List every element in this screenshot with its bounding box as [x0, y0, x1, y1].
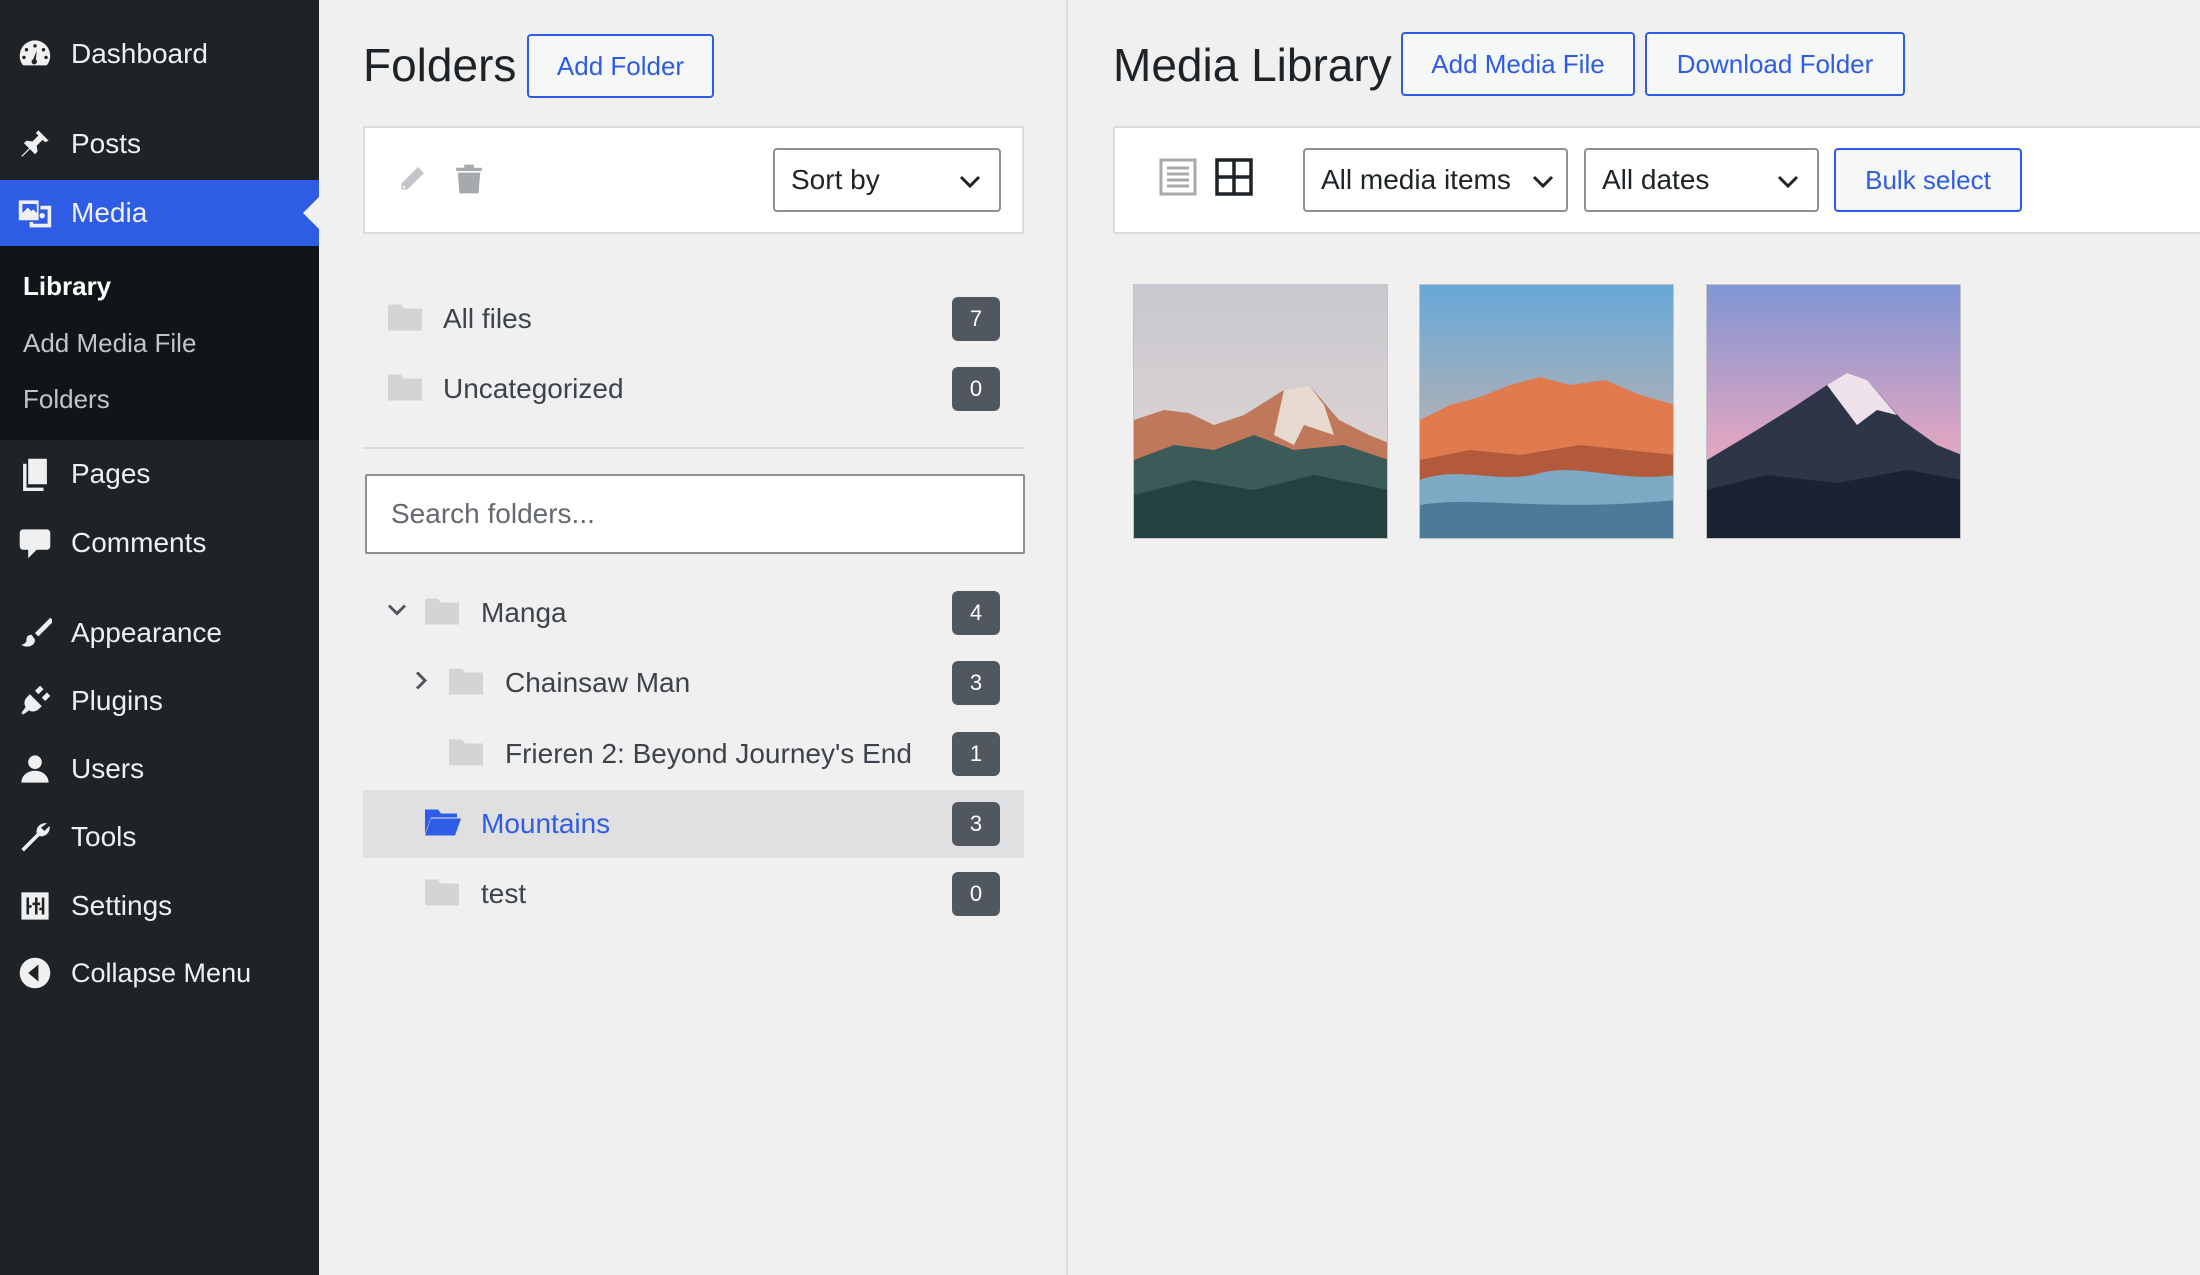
media-icon [17, 195, 53, 231]
folder-icon [449, 738, 483, 771]
folder-item-chainsaw-man[interactable]: Chainsaw Man [363, 649, 1024, 717]
sidebar-item-label: Media [71, 197, 148, 228]
settings-icon [17, 888, 53, 924]
folder-icon [388, 303, 422, 336]
add-folder-button[interactable]: Add Folder [527, 34, 714, 98]
folder-item-uncategorized[interactable]: Uncategorized [363, 355, 1024, 423]
brush-icon [17, 615, 53, 651]
chevron-down-icon [1532, 164, 1554, 196]
folder-label: Manga [481, 597, 567, 628]
sidebar-item-comments[interactable]: Comments [0, 511, 319, 575]
sidebar-item-appearance[interactable]: Appearance [0, 601, 319, 665]
count-badge: 3 [952, 661, 1000, 705]
search-folders-input[interactable] [365, 474, 1025, 554]
count-badge: 3 [952, 802, 1000, 846]
folder-label: test [481, 878, 527, 909]
sidebar-item-label: Posts [71, 128, 142, 159]
count-badge: 0 [952, 367, 1000, 411]
sidebar-item-media[interactable]: Media [0, 180, 319, 246]
folder-item-test[interactable]: test [363, 860, 1024, 928]
folder-label: Uncategorized [443, 373, 624, 404]
count-badge: 4 [952, 591, 1000, 635]
folders-title: Folders [363, 39, 517, 91]
count-badge: 7 [952, 297, 1000, 341]
sidebar-item-label: Tools [71, 821, 137, 852]
sidebar-item-pages[interactable]: Pages [0, 442, 319, 506]
folder-label: Frieren 2: Beyond Journey's End [505, 738, 912, 769]
folder-label: Mountains [481, 808, 611, 839]
chevron-right-icon[interactable] [415, 671, 429, 696]
folder-item-mountains[interactable]: Mountains [363, 790, 1024, 858]
list-view-icon[interactable] [1159, 158, 1197, 201]
date-filter-label: All dates [1602, 164, 1710, 195]
sidebar-item-tools[interactable]: Tools [0, 805, 319, 869]
chevron-down-icon[interactable] [387, 604, 407, 623]
wrench-icon [17, 819, 53, 855]
chevron-down-icon [1777, 164, 1799, 196]
count-badge: 1 [952, 732, 1000, 776]
admin-sidebar: Dashboard Posts Media Library Add Media … [0, 0, 319, 1275]
sidebar-item-label: Users [71, 753, 145, 784]
media-thumbnail[interactable] [1419, 284, 1674, 539]
submenu-item-folders[interactable]: Folders [23, 384, 110, 415]
folder-item-frieren[interactable]: Frieren 2: Beyond Journey's End [363, 720, 1024, 788]
count-badge: 0 [952, 872, 1000, 916]
sort-by-label: Sort by [791, 164, 880, 195]
pencil-icon[interactable] [397, 164, 427, 199]
submenu-item-add-media-file[interactable]: Add Media File [23, 328, 196, 359]
chevron-down-icon [959, 164, 981, 196]
folder-label: Chainsaw Man [505, 667, 691, 698]
sidebar-item-label: Collapse Menu [71, 957, 252, 988]
sidebar-item-users[interactable]: Users [0, 737, 319, 801]
media-type-label: All media items [1321, 164, 1511, 195]
folder-label: All files [443, 303, 532, 334]
folder-icon [425, 878, 459, 911]
submenu-item-library[interactable]: Library [23, 271, 111, 302]
media-submenu: Library Add Media File Folders [0, 246, 319, 440]
media-thumbnail[interactable] [1133, 284, 1388, 539]
sidebar-item-label: Dashboard [71, 38, 208, 69]
user-icon [17, 751, 53, 787]
sidebar-item-label: Appearance [71, 617, 223, 648]
add-media-file-button[interactable]: Add Media File [1401, 32, 1635, 96]
grid-view-icon[interactable] [1215, 158, 1253, 201]
sidebar-item-label: Comments [71, 527, 207, 558]
folder-icon [449, 667, 483, 700]
collapse-icon [17, 955, 53, 991]
bulk-select-button[interactable]: Bulk select [1834, 148, 2022, 212]
dashboard-icon [17, 36, 53, 72]
folder-icon [388, 373, 422, 406]
media-library-title: Media Library [1113, 39, 1392, 91]
sidebar-item-label: Pages [71, 458, 151, 489]
sidebar-item-plugins[interactable]: Plugins [0, 669, 319, 733]
date-filter[interactable]: All dates [1584, 148, 1819, 212]
folder-item-manga[interactable]: Manga [363, 579, 1024, 647]
sidebar-item-label: Settings [71, 890, 173, 921]
pages-icon [17, 456, 53, 492]
media-thumbnail[interactable] [1706, 284, 1961, 539]
divider [363, 447, 1024, 449]
collapse-menu-button[interactable]: Collapse Menu [0, 941, 319, 1005]
pin-icon [17, 126, 53, 162]
plugin-icon [17, 683, 53, 719]
folder-icon [425, 597, 459, 630]
comment-icon [17, 525, 53, 561]
sidebar-item-label: Plugins [71, 685, 163, 716]
folder-item-all-files[interactable]: All files [363, 285, 1024, 353]
media-type-filter[interactable]: All media items [1303, 148, 1568, 212]
folder-open-icon [425, 808, 461, 841]
sort-by-select[interactable]: Sort by [773, 148, 1001, 212]
sidebar-item-posts[interactable]: Posts [0, 112, 319, 176]
trash-icon[interactable] [453, 162, 485, 201]
sidebar-item-dashboard[interactable]: Dashboard [0, 22, 319, 86]
sidebar-item-settings[interactable]: Settings [0, 874, 319, 938]
download-folder-button[interactable]: Download Folder [1645, 32, 1905, 96]
